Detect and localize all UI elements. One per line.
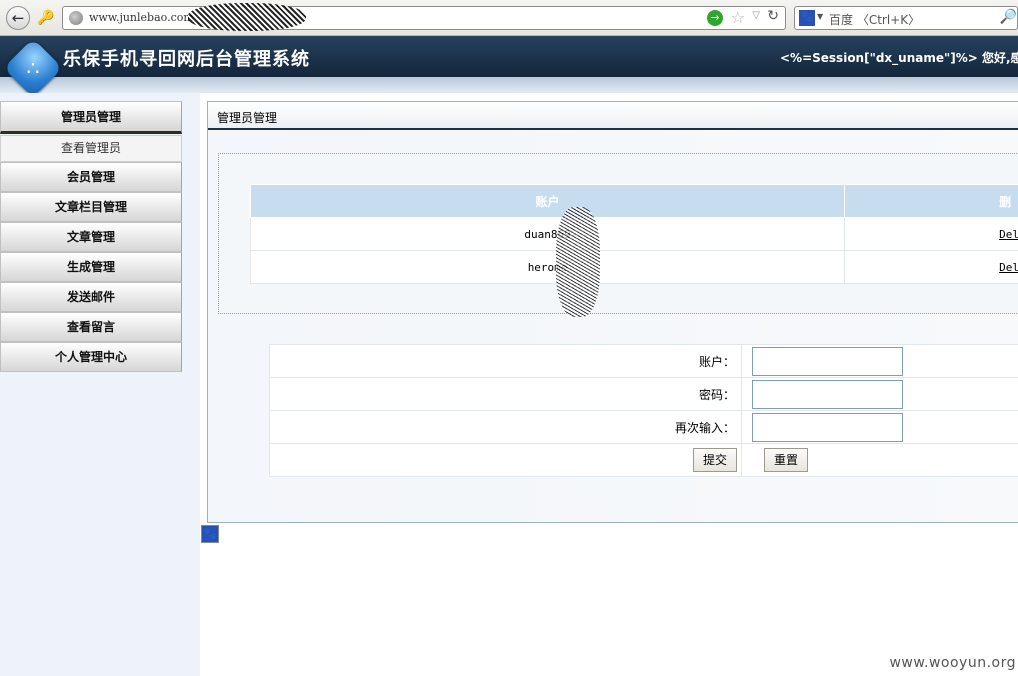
table-row: duan869 Del [249,217,1018,251]
sidebar-item-admin[interactable]: 管理员管理 [0,101,182,134]
engine-dropdown-icon[interactable]: ▼ [817,12,823,21]
account-cell: herome [249,250,846,284]
account-input[interactable] [752,346,903,376]
app-title: 乐保手机寻回网后台管理系统 [63,49,310,70]
sidebar-item-articles[interactable]: 文章管理 [0,222,182,252]
logo-glyph: ∴ [26,56,40,80]
sidebar-item-generate[interactable]: 生成管理 [0,252,182,282]
header-stripe [0,77,1018,93]
submit-button[interactable]: 提交 [693,448,738,472]
confirm-field-cell [741,410,1018,444]
magnifier-icon[interactable]: 🔎 [1000,9,1017,25]
admin-table: 账户 删 duan869 Del herome Del [249,184,1018,284]
session-greeting: <%=Session["dx_uname"]%> 您好,感谢登陆 [780,51,1018,65]
reload-icon[interactable]: ↻ [767,8,779,24]
key-icon[interactable]: 🔑 [36,8,56,28]
sidebar-item-article-columns[interactable]: 文章栏目管理 [0,192,182,222]
search-bar[interactable]: 🐾 ▼ 百度 〈Ctrl+K〉 🔎 [794,6,1018,30]
page-title: 管理员管理 [217,111,278,125]
admin-list-frame: 账户 删 duan869 Del herome Del [218,153,1018,314]
column-header-delete: 删 [844,184,1018,218]
baidu-paw-icon[interactable]: 🐾 [201,525,219,543]
chevron-down-icon[interactable]: ▽ [752,10,760,21]
sidebar-item-personal-center[interactable]: 个人管理中心 [0,342,182,372]
table-header-row: 账户 删 [249,184,1018,218]
form-row [269,443,1018,477]
main-panel: 管理员管理 账户 删 duan869 Del herome Del 账户： 密码… [207,101,1018,523]
delete-link[interactable]: Del [999,261,1018,274]
password-input[interactable] [752,379,903,409]
confirm-label: 再次输入： [269,410,742,444]
go-arrow-icon[interactable]: → [707,10,723,26]
redaction-scribble [556,207,600,317]
star-icon[interactable]: ☆ [731,8,745,27]
baidu-paw-icon[interactable]: 🐾 [799,10,815,26]
form-row: 再次输入： [269,410,1018,444]
add-admin-form: 账户： 密码： 再次输入： [269,344,1018,477]
panel-titlebar: 管理员管理 [208,102,1018,130]
action-cell: Del [844,217,1018,251]
account-field-cell [741,344,1018,378]
account-label: 账户： [269,344,742,378]
account-cell: duan869 [249,217,846,251]
table-row: herome Del [249,250,1018,284]
form-row: 密码： [269,377,1018,411]
url-text[interactable]: www.junlebao.com [89,11,194,24]
column-header-account: 账户 [249,184,846,218]
delete-link[interactable]: Del [999,228,1018,241]
browser-toolbar: ← 🔑 www.junlebao.com → ☆ ▽ ↻ 🐾 ▼ 百度 〈Ctr… [0,0,1018,36]
reset-button[interactable]: 重置 [764,448,809,472]
password-label: 密码： [269,377,742,411]
form-row: 账户： [269,344,1018,378]
redaction-scribble [188,3,306,31]
action-cell: Del [844,250,1018,284]
confirm-password-input[interactable] [752,412,903,442]
sidebar-item-messages[interactable]: 查看留言 [0,312,182,342]
actions-left-cell [269,443,742,477]
search-input[interactable]: 百度 〈Ctrl+K〉 [829,11,920,28]
sidebar-item-send-mail[interactable]: 发送邮件 [0,282,182,312]
watermark: www.wooyun.org [889,655,1016,671]
address-bar[interactable]: www.junlebao.com → ☆ ▽ ↻ [62,3,786,31]
globe-icon [69,11,83,25]
sidebar-item-members[interactable]: 会员管理 [0,162,182,192]
sidebar-subitem-view-admin[interactable]: 查看管理员 [0,135,182,162]
password-field-cell [741,377,1018,411]
back-arrow-icon[interactable]: ← [6,6,30,30]
